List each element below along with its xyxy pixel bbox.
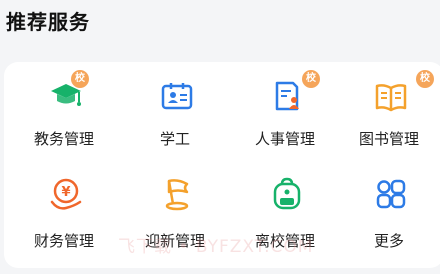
more-grid-icon — [373, 176, 409, 212]
service-more[interactable]: 更多 — [334, 170, 440, 260]
service-student-affairs[interactable]: 学工 — [120, 70, 230, 160]
school-badge: 校 — [416, 70, 434, 88]
svg-text:¥: ¥ — [61, 185, 70, 200]
backpack-icon — [269, 176, 305, 212]
service-label: 财务管理 — [33, 232, 94, 250]
service-library[interactable]: 校 图书管理 — [334, 70, 440, 160]
service-label: 更多 — [373, 232, 404, 250]
service-personnel[interactable]: 校 人事管理 — [230, 70, 340, 160]
service-label: 学工 — [159, 130, 190, 148]
watermark: 飞下载 • BYFZXT.COM — [118, 237, 314, 257]
welcome-flag-icon — [159, 176, 195, 212]
service-academic-affairs[interactable]: 校 教务管理 — [9, 70, 119, 160]
finance-coin-icon: ¥ — [48, 176, 84, 212]
school-badge: 校 — [302, 70, 320, 88]
school-badge: 校 — [71, 70, 89, 88]
open-book-icon — [373, 78, 409, 114]
personnel-document-icon — [269, 78, 305, 114]
section-title: 推荐服务 — [6, 10, 90, 34]
service-label: 教务管理 — [33, 130, 94, 148]
student-id-card-icon — [159, 78, 195, 114]
service-label: 人事管理 — [254, 130, 315, 148]
service-label: 图书管理 — [358, 130, 419, 148]
service-finance[interactable]: ¥ 财务管理 — [9, 170, 119, 260]
